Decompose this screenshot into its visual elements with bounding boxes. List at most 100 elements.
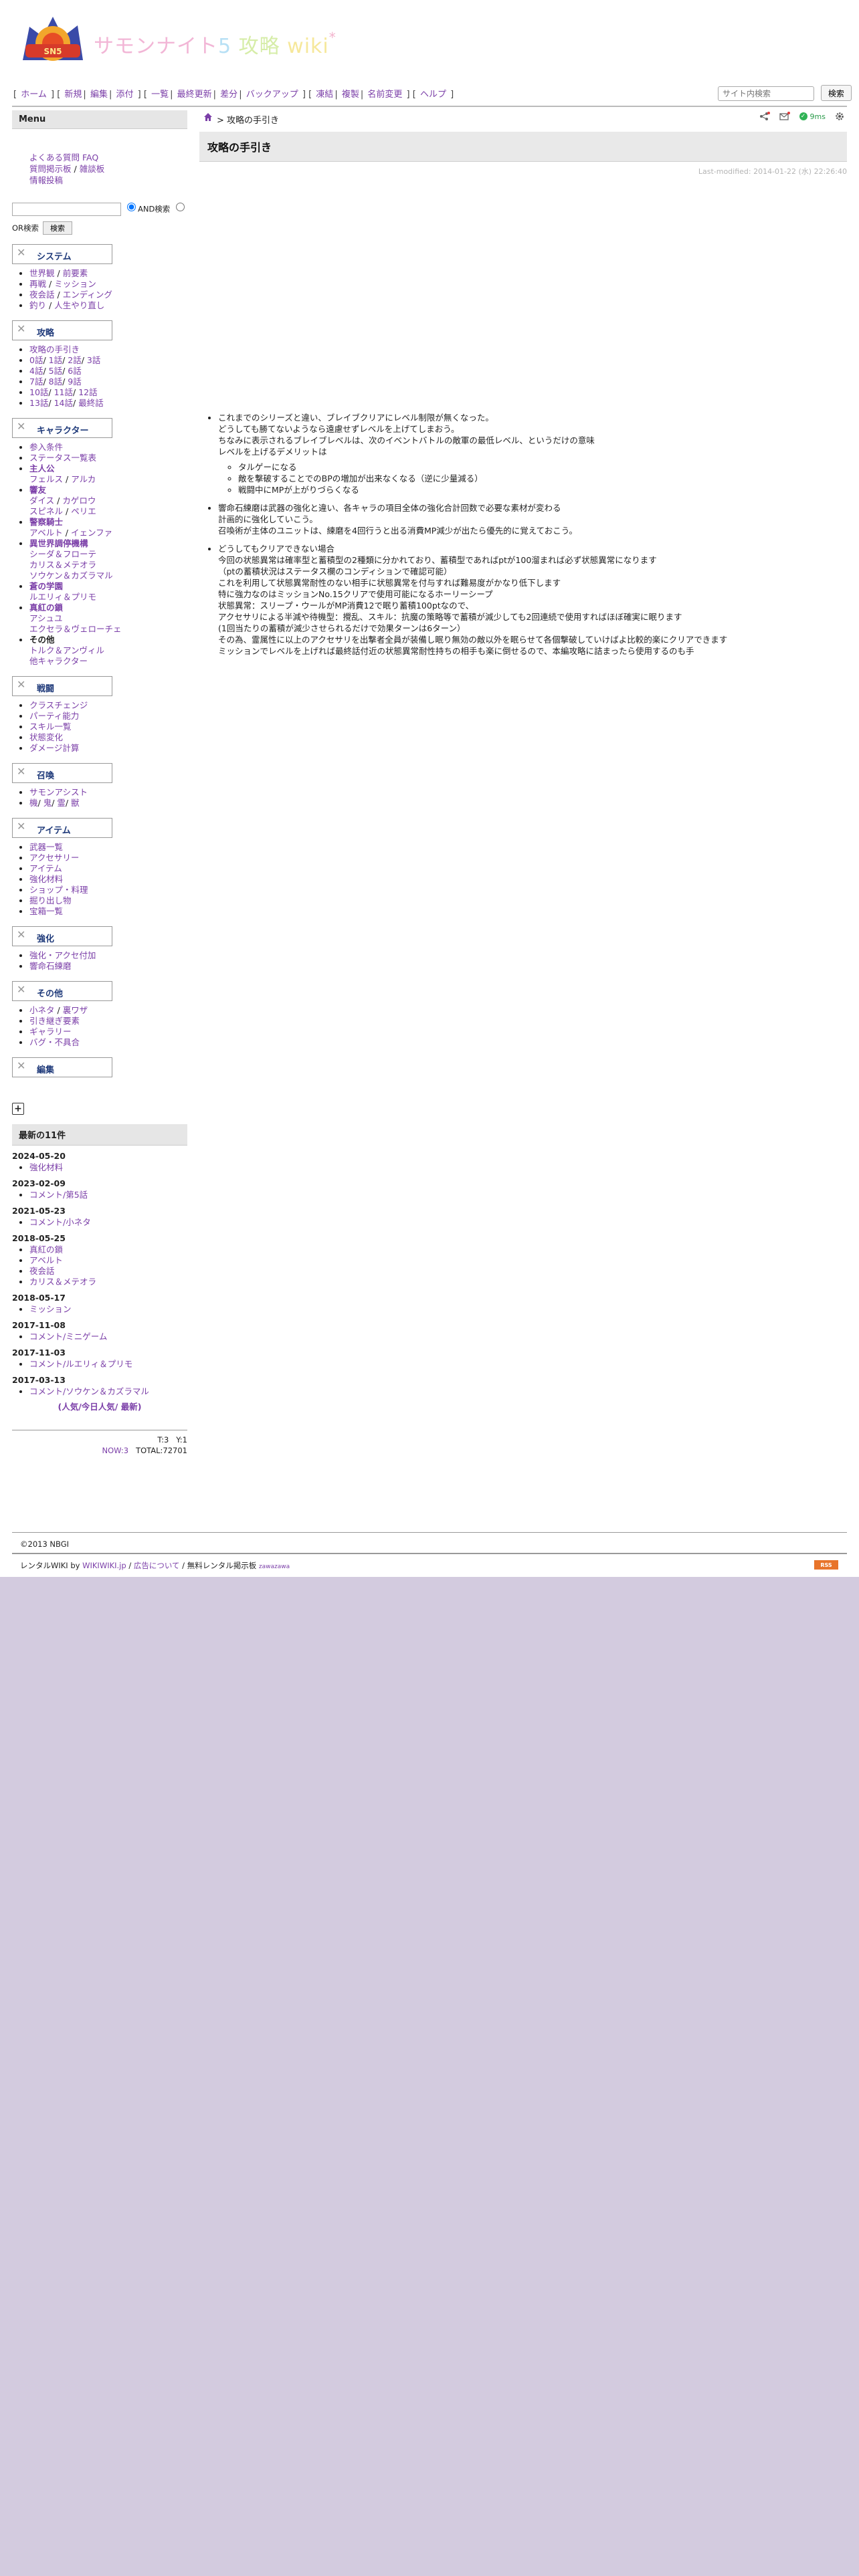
nav-rename[interactable]: 名前変更 bbox=[367, 90, 402, 100]
recent-link[interactable]: 強化材料 bbox=[29, 1162, 63, 1172]
sidebar-link[interactable]: バグ・不具合 bbox=[29, 1037, 80, 1047]
sidebar-link[interactable]: 他キャラクター bbox=[29, 656, 88, 666]
sidebar-link[interactable]: ルエリィ＆プリモ bbox=[29, 592, 96, 602]
sidebar-link[interactable]: カリス＆メテオラ bbox=[29, 560, 96, 570]
sidebar-link[interactable]: シーダ＆フローテ bbox=[29, 549, 96, 559]
faq-link[interactable]: よくある質問 FAQ bbox=[29, 152, 98, 163]
sidebar-link[interactable]: 獣 bbox=[71, 798, 80, 808]
sidebar-link[interactable]: 5話 bbox=[49, 366, 62, 376]
gear-icon[interactable] bbox=[835, 112, 844, 121]
nav-freeze[interactable]: 凍結 bbox=[316, 90, 333, 100]
sidebar-search-input[interactable] bbox=[12, 202, 121, 216]
sidebar-link[interactable]: 9話 bbox=[68, 377, 81, 387]
sidebar-link[interactable]: イェンファ bbox=[71, 528, 112, 538]
nav-diff[interactable]: 差分 bbox=[220, 90, 237, 100]
sidebar-link[interactable]: 13話 bbox=[29, 398, 48, 408]
sidebar-link[interactable]: 宝箱一覧 bbox=[29, 906, 63, 916]
sidebar-link[interactable]: ステータス一覧表 bbox=[29, 453, 96, 463]
sidebar-link[interactable]: 武器一覧 bbox=[29, 842, 63, 852]
section-toggle-button[interactable]: ✕ 強化 bbox=[12, 926, 112, 946]
sidebar-link[interactable]: 引き継ぎ要素 bbox=[29, 1016, 80, 1026]
recent-link[interactable]: カリス＆メテオラ bbox=[29, 1277, 96, 1287]
sidebar-link[interactable]: 最終話 bbox=[78, 398, 104, 408]
sidebar-link[interactable]: 釣り bbox=[29, 300, 46, 310]
section-toggle-button[interactable]: ✕ 召喚 bbox=[12, 762, 112, 783]
nav-copy[interactable]: 複製 bbox=[342, 90, 359, 100]
and-search-radio[interactable] bbox=[126, 203, 136, 211]
nav-new[interactable]: 新規 bbox=[64, 90, 82, 100]
sidebar-link[interactable]: アベルト bbox=[29, 528, 63, 538]
chat-board-link[interactable]: 雑談板 bbox=[80, 164, 105, 174]
sidebar-link[interactable]: 鬼 bbox=[43, 798, 52, 808]
recent-link[interactable]: アベルト bbox=[29, 1255, 63, 1265]
sidebar-link[interactable]: 響命石練磨 bbox=[29, 961, 72, 971]
sidebar-link[interactable]: 4話 bbox=[29, 366, 43, 376]
site-title[interactable]: サモンナイト5 攻略 wiki* bbox=[94, 29, 337, 59]
recent-link[interactable]: コメント/第5話 bbox=[29, 1190, 88, 1200]
sidebar-link[interactable]: 小ネタ bbox=[29, 1005, 55, 1015]
section-toggle-button[interactable]: ✕ 戦闘 bbox=[12, 675, 112, 696]
sidebar-link[interactable]: 2話 bbox=[68, 355, 81, 365]
ranking-links[interactable]: (人気/今日人気/ 最新) bbox=[12, 1400, 187, 1412]
sidebar-link[interactable]: ダイス bbox=[29, 496, 54, 506]
sidebar-link[interactable]: ギャラリー bbox=[29, 1027, 72, 1037]
sidebar-link[interactable]: 警察騎士 bbox=[29, 517, 63, 527]
question-board-link[interactable]: 質問掲示板 bbox=[29, 164, 72, 174]
sidebar-link[interactable]: 世界観 bbox=[29, 268, 55, 278]
home-icon[interactable] bbox=[203, 112, 213, 122]
nav-recent[interactable]: 最終更新 bbox=[177, 90, 212, 100]
site-search-input[interactable] bbox=[718, 86, 814, 101]
rss-icon[interactable]: RSS bbox=[814, 1560, 838, 1570]
sidebar-link[interactable]: 0話 bbox=[29, 355, 43, 365]
sidebar-link[interactable]: クラスチェンジ bbox=[29, 700, 88, 710]
sidebar-link[interactable]: アクセサリー bbox=[29, 853, 79, 863]
section-toggle-button[interactable]: ✕ その他 bbox=[12, 980, 112, 1001]
sidebar-link[interactable]: 前要素 bbox=[63, 268, 88, 278]
section-toggle-button[interactable]: ✕ システム bbox=[12, 243, 112, 264]
sidebar-link[interactable]: 参入条件 bbox=[29, 442, 63, 452]
sidebar-link[interactable]: 霊 bbox=[57, 798, 66, 808]
sidebar-link[interactable]: 強化材料 bbox=[29, 874, 63, 884]
info-post-link[interactable]: 情報投稿 bbox=[29, 175, 63, 185]
mail-icon[interactable] bbox=[779, 112, 790, 121]
recent-link[interactable]: 真紅の鎖 bbox=[29, 1245, 63, 1255]
recent-link[interactable]: 夜会話 bbox=[29, 1266, 55, 1276]
sidebar-link[interactable]: 8話 bbox=[49, 377, 62, 387]
nav-backup[interactable]: バックアップ bbox=[246, 90, 298, 100]
zawazawa-link[interactable]: zawazawa bbox=[259, 1564, 290, 1570]
sidebar-link[interactable]: エクセラ＆ヴェローチェ bbox=[29, 624, 122, 634]
recent-link[interactable]: ミッション bbox=[29, 1304, 72, 1314]
sidebar-link[interactable]: 掘り出し物 bbox=[29, 895, 72, 905]
sidebar-link[interactable]: 強化・アクセ付加 bbox=[29, 950, 96, 960]
sidebar-link[interactable]: 10話 bbox=[29, 387, 48, 397]
sidebar-link[interactable]: 1話 bbox=[49, 355, 62, 365]
sidebar-link[interactable]: 再戦 bbox=[29, 279, 46, 289]
sidebar-link[interactable]: 夜会話 bbox=[29, 290, 55, 300]
recent-link[interactable]: コメント/ルエリィ＆プリモ bbox=[29, 1359, 132, 1369]
sidebar-link[interactable]: 異世界調停機構 bbox=[29, 538, 88, 548]
sidebar-link[interactable]: ソウケン＆カズラマル bbox=[29, 570, 113, 580]
nav-help[interactable]: ヘルプ bbox=[420, 90, 446, 100]
share-icon[interactable] bbox=[759, 112, 770, 121]
sidebar-link[interactable]: アシュユ bbox=[29, 613, 63, 623]
sidebar-link[interactable]: ショップ・料理 bbox=[29, 885, 88, 895]
sidebar-link[interactable]: 7話 bbox=[29, 377, 43, 387]
sidebar-link[interactable]: アイテム bbox=[29, 863, 62, 873]
sidebar-link[interactable]: 14話 bbox=[54, 398, 73, 408]
sidebar-link[interactable]: 人生やり直し bbox=[54, 300, 104, 310]
recent-link[interactable]: コメント/ソウケン＆カズラマル bbox=[29, 1386, 149, 1396]
sidebar-link[interactable]: ペリエ bbox=[71, 506, 96, 516]
sidebar-link[interactable]: ダメージ計算 bbox=[29, 743, 79, 753]
sidebar-link[interactable]: 12話 bbox=[78, 387, 97, 397]
nav-edit[interactable]: 編集 bbox=[90, 90, 108, 100]
sidebar-link[interactable]: アルカ bbox=[71, 474, 96, 484]
sidebar-link[interactable]: 真紅の鎖 bbox=[29, 603, 63, 613]
sidebar-link[interactable]: 蒼の学園 bbox=[29, 581, 63, 591]
section-toggle-button[interactable]: ✕ 編集 bbox=[12, 1057, 112, 1077]
sidebar-link[interactable]: パーティ能力 bbox=[29, 711, 79, 721]
nav-attach[interactable]: 添付 bbox=[116, 90, 134, 100]
sidebar-link[interactable]: スピネル bbox=[29, 506, 63, 516]
sidebar-link[interactable]: 響友 bbox=[29, 485, 46, 495]
sidebar-link[interactable]: フェルス bbox=[29, 474, 63, 484]
site-logo[interactable]: SN5 bbox=[16, 13, 90, 71]
